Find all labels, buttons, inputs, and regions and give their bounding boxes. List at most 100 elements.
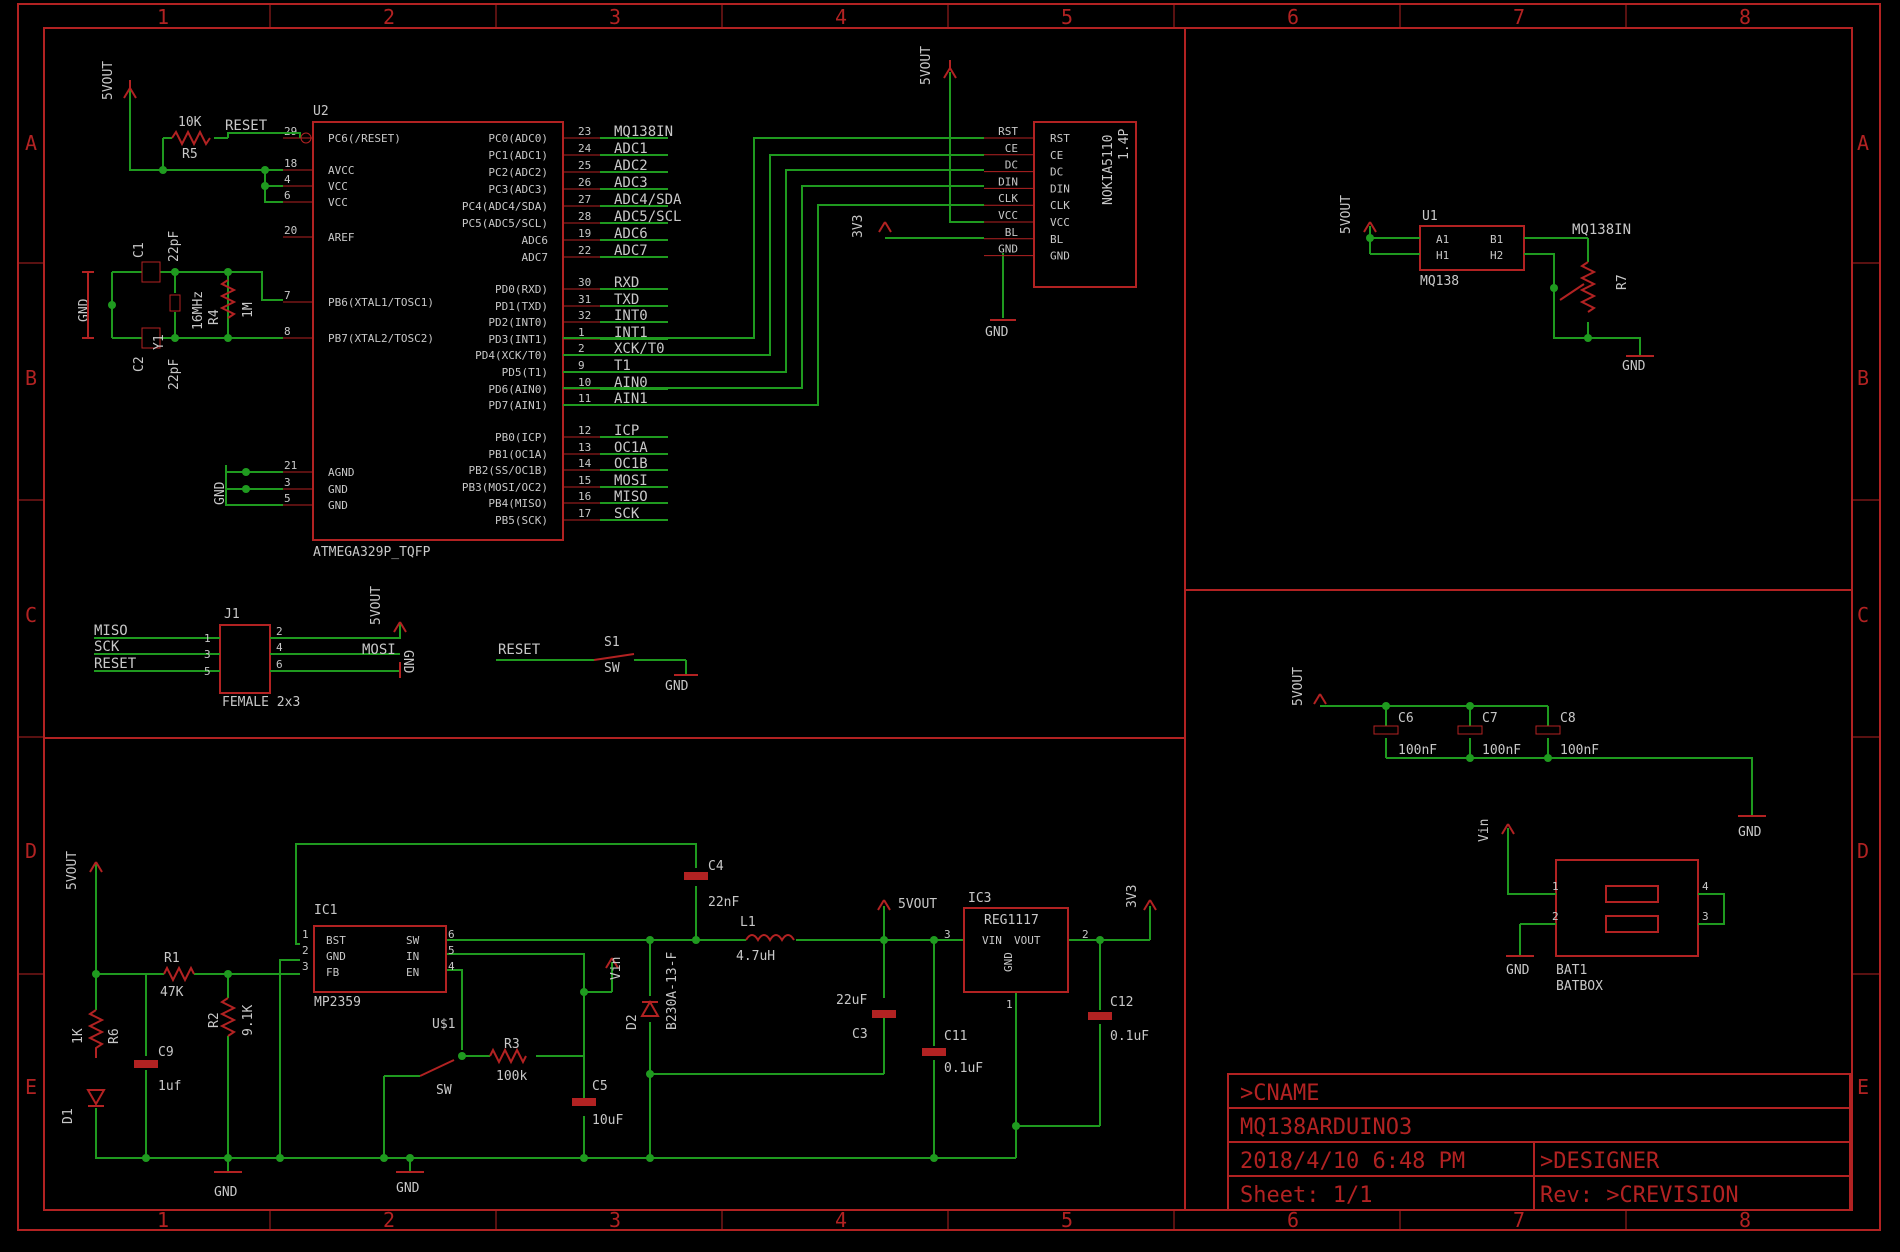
grid-col-bottom-1: 1	[157, 1208, 169, 1232]
c9-ref: C9	[158, 1045, 174, 1060]
r2-ref: R2	[207, 1012, 222, 1028]
mcu-left-pin-num: 20	[284, 224, 297, 237]
battery-pin-2: 2	[1552, 910, 1559, 923]
mcu-left-pin-name: VCC	[328, 180, 348, 193]
mcu-net-label: INT0	[614, 308, 648, 324]
mcu-left-pins: 29 PC6(/RESET) 18 AVCC 4 VCC 6 VCC 20 AREF 7 PB6(XT…	[283, 125, 434, 512]
c1-value: 22pF	[167, 231, 182, 262]
mcu-left-pin-num: 3	[284, 476, 291, 489]
decoupling-c6-ref: C6	[1398, 711, 1414, 726]
lcd-value: 1.4P	[1117, 129, 1132, 160]
r3-ref: R3	[504, 1037, 520, 1052]
lcd-pins: RST RST CE CE DC DC DIN DIN CLK CLK VCC VCC BL BL GND G…	[984, 125, 1070, 263]
ic1-pin-left: BST	[326, 934, 346, 947]
grid-row-left-C: C	[25, 603, 37, 627]
decoupling-c7-ref: C7	[1482, 711, 1498, 726]
battery-gnd-label: GND	[1506, 963, 1530, 978]
sensor-ref: U1	[1422, 209, 1438, 224]
r1-value: 47K	[160, 985, 184, 1000]
title-block: >CNAME MQ138ARDUINO3 2018/4/10 6:48 PM >…	[1227, 1073, 1851, 1211]
header-pin-left: 3	[204, 648, 211, 661]
c4-value: 22nF	[708, 895, 739, 910]
ic3-pin-num-vout: 2	[1082, 928, 1089, 941]
sensor-pin-h1: H1	[1436, 249, 1449, 262]
c11-value: 0.1uF	[944, 1061, 983, 1076]
decoupling-labels: C6 100nF C7 100nF C8 100nF	[1398, 711, 1599, 758]
mcu-net-label: SCK	[614, 506, 640, 522]
c9-value: 1uf	[158, 1079, 181, 1094]
power-gnd-label-1: GND	[214, 1185, 238, 1200]
r6-value: 1K	[71, 1028, 86, 1044]
mcu-net-label: ADC6	[614, 226, 648, 242]
grid-column-labels-bottom: 1 2 3 4 5 6 7 8	[157, 1208, 1751, 1232]
mcu-right-pin-num: 15	[578, 474, 591, 487]
header-net-miso: MISO	[94, 623, 128, 639]
c4-ref: C4	[708, 859, 724, 874]
header-gnd-label: GND	[400, 650, 415, 674]
lcd-pin-outer-ce: CE	[1005, 142, 1018, 155]
r4-value: 1M	[241, 302, 256, 318]
mcu-net-label: ADC5/SCL	[614, 209, 681, 225]
mcu-right-pin-name: PC0(ADC0)	[488, 132, 548, 145]
grid-row-right-D: D	[1857, 839, 1869, 863]
decoupling-supply-label: 5VOUT	[1291, 667, 1306, 706]
decoupling-caps[interactable]: 5VOUT GND	[1291, 667, 1766, 840]
mcu-right-pin-name: PD6(AIN0)	[488, 383, 548, 396]
r2-value: 9.1K	[241, 1005, 256, 1036]
l1-value: 4.7uH	[736, 949, 775, 964]
y1-value: 16MHz	[191, 291, 206, 330]
mcu-left-pin-name: GND	[328, 499, 348, 512]
title-sheet: Sheet: 1/1	[1240, 1183, 1372, 1208]
ic3-pin-num-gnd: 1	[1006, 998, 1013, 1011]
sensor-pin-h2: H2	[1490, 249, 1503, 262]
header-net-sck: SCK	[94, 639, 120, 655]
power-vout-label: 5VOUT	[898, 897, 937, 912]
sensor-u1[interactable]: U1 MQ138 A1 B1 H1 H2 MQ138IN R7 5VOUT GN…	[1339, 195, 1654, 374]
grid-row-right-A: A	[1857, 131, 1869, 155]
mcu-supply-label: 5VOUT	[101, 61, 116, 100]
lcd-pin-outer-gnd: GND	[998, 243, 1018, 256]
power-supply-label: 5VOUT	[65, 851, 80, 890]
mcu-left-pin-num: 6	[284, 189, 291, 202]
mcu-right-pin-name: PB0(ICP)	[495, 431, 548, 444]
lcd-module[interactable]: NOKIA5110 1.4P 5VOUT 3V3 GND	[851, 46, 1137, 340]
ic1-pin-num-left: 1	[302, 928, 309, 941]
ic1-pin-right: EN	[406, 966, 419, 979]
mcu-right-pin-num: 9	[578, 359, 585, 372]
mcu-right-pin-name: PD2(INT0)	[488, 316, 548, 329]
title-project: MQ138ARDUINO3	[1240, 1115, 1412, 1140]
lcd-pin-inner-rst: RST	[1050, 132, 1070, 145]
mcu-left-pin-num: 18	[284, 157, 297, 170]
lcd-pin-inner-din: DIN	[1050, 182, 1070, 195]
battery-pin-3: 3	[1702, 910, 1709, 923]
mcu-right-pin-num: 22	[578, 244, 591, 257]
mcu-right-pin-name: PC1(ADC1)	[488, 149, 548, 162]
grid-col-top-1: 1	[157, 5, 169, 29]
mcu-net-label: ADC3	[614, 175, 648, 191]
mcu-right-pin-name: PB3(MOSI/OC2)	[462, 481, 548, 494]
c11-ref: C11	[944, 1029, 967, 1044]
d1-ref: D1	[61, 1108, 76, 1124]
mcu-right-pin-num: 27	[578, 193, 591, 206]
sensor-net: MQ138IN	[1572, 222, 1631, 238]
switch-s1[interactable]: S1 SW RESET GND	[496, 635, 698, 694]
battery-bat1[interactable]: BAT1 BATBOX Vin GND 1 2 3 4	[1477, 819, 1725, 994]
mcu-right-pin-num: 28	[578, 210, 591, 223]
mcu-net-label: RXD	[614, 275, 639, 291]
mcu-right-pins: PC0(ADC0) 23 MQ138IN PC1(ADC1) 24 ADC1 PC2(ADC…	[462, 124, 682, 527]
grid-row-right-E: E	[1857, 1075, 1869, 1099]
mcu-right-pin-name: ADC7	[522, 251, 549, 264]
mcu-right-pin-num: 11	[578, 392, 591, 405]
c3-value: 22uF	[836, 993, 867, 1008]
lcd-pin-inner-dc: DC	[1050, 166, 1063, 179]
ic1-pin-num-left: 3	[302, 960, 309, 973]
header-ref: J1	[224, 607, 240, 622]
y1-ref: Y1	[152, 334, 167, 350]
reset-net-label: RESET	[225, 118, 268, 134]
lcd-pin-inner-clk: CLK	[1050, 199, 1070, 212]
sensor-pin-a1: A1	[1436, 233, 1449, 246]
grid-col-bottom-3: 3	[609, 1208, 621, 1232]
mcu-right-pin-num: 17	[578, 507, 591, 520]
mcu-right-pin-name: PD1(TXD)	[495, 300, 548, 313]
header-value: FEMALE 2x3	[222, 695, 300, 710]
